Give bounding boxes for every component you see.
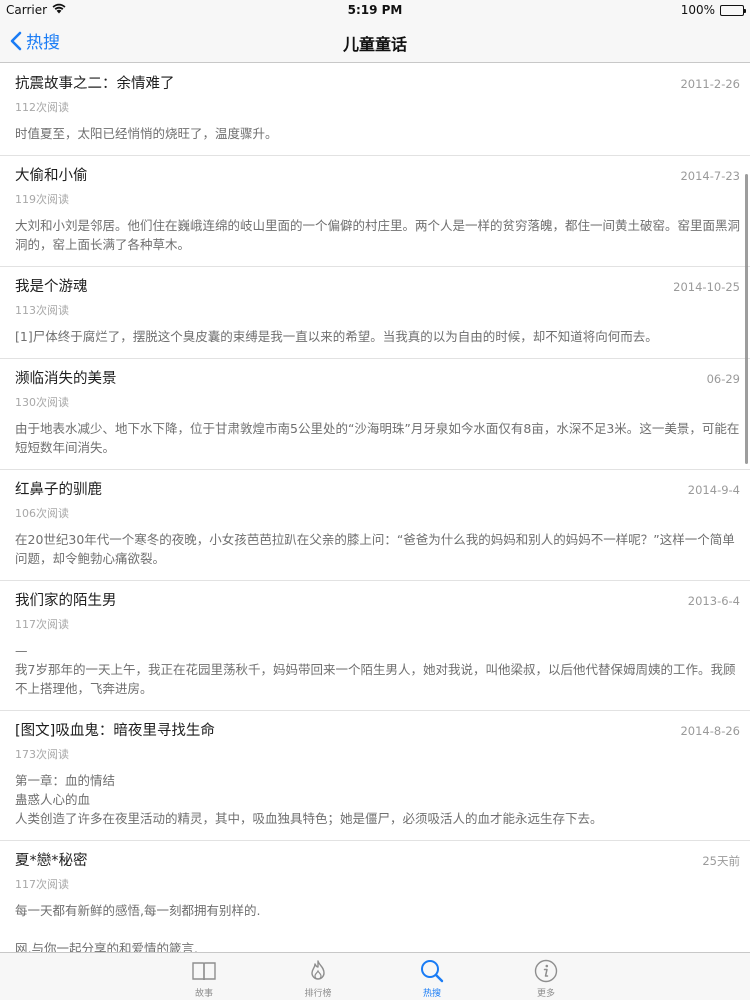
list-item[interactable]: 我们家的陌生男 2013-6-4 117次阅读 — 我7岁那年的一天上午，我正在… xyxy=(0,581,750,711)
tab-label: 排行榜 xyxy=(304,989,332,999)
read-count: 112次阅读 xyxy=(15,101,69,114)
article-title: 我们家的陌生男 xyxy=(15,593,117,609)
article-summary: 每一天都有新鲜的感悟,每一刻都拥有别样的. 网,与你一起分享的和爱情的箴言. xyxy=(15,903,261,952)
article-date: 2014-8-26 xyxy=(680,724,740,738)
read-count: 117次阅读 xyxy=(15,618,69,631)
list-item[interactable]: 我是个游魂 2014-10-25 113次阅读 [1]尸体终于腐烂了，摆脱这个臭… xyxy=(0,267,750,359)
list-item[interactable]: 濒临消失的美景 06-29 130次阅读 由于地表水减少、地下水下降，位于甘肃敦… xyxy=(0,359,750,470)
item-header: [图文]吸血鬼：暗夜里寻找生命 2014-8-26 xyxy=(15,719,740,741)
status-bar: Carrier 5:19 PM 100% xyxy=(0,0,750,20)
article-date: 2014-10-25 xyxy=(673,280,740,294)
read-count: 173次阅读 xyxy=(15,748,69,761)
item-header: 夏*戀*秘密 25天前 xyxy=(15,849,740,871)
article-summary: — 我7岁那年的一天上午，我正在花园里荡秋千，妈妈带回来一个陌生男人，她对我说，… xyxy=(15,643,736,696)
battery-percent: 100% xyxy=(680,3,715,17)
article-date: 2013-6-4 xyxy=(687,594,740,608)
tab-label: 热搜 xyxy=(422,989,441,999)
status-right: 100% xyxy=(680,3,746,17)
tab-ranking[interactable]: 排行榜 xyxy=(288,953,348,1000)
article-title: 我是个游魂 xyxy=(15,279,88,295)
read-count: 119次阅读 xyxy=(15,193,69,206)
article-summary: 大刘和小刘是邻居。他们住在巍峨连绵的岐山里面的一个偏僻的村庄里。两个人是一样的贫… xyxy=(15,218,741,252)
article-title: 红鼻子的驯鹿 xyxy=(15,482,102,498)
tab-stories[interactable]: 故事 xyxy=(174,953,234,1000)
flame-icon xyxy=(311,960,325,980)
navigation-bar: 热搜 儿童童话 xyxy=(0,20,750,63)
article-list[interactable]: 抗震故事之二：余情难了 2011-2-26 112次阅读 时值夏至，太阳已经悄悄… xyxy=(0,64,750,952)
article-title: 濒临消失的美景 xyxy=(15,371,117,387)
page-title: 儿童童话 xyxy=(342,35,407,54)
book-icon xyxy=(192,962,216,981)
article-summary: 在20世纪30年代一个寒冬的夜晚，小女孩芭芭拉趴在父亲的膝上问：“爸爸为什么我的… xyxy=(15,532,735,566)
article-date: 2011-2-26 xyxy=(680,77,740,91)
list-item[interactable]: 红鼻子的驯鹿 2014-9-4 106次阅读 在20世纪30年代一个寒冬的夜晚，… xyxy=(0,470,750,581)
article-title: 抗震故事之二：余情难了 xyxy=(15,76,175,92)
info-icon xyxy=(534,959,558,983)
status-time: 5:19 PM xyxy=(347,3,403,17)
article-date: 06-29 xyxy=(706,372,740,386)
search-icon xyxy=(421,960,444,983)
item-header: 大偷和小偷 2014-7-23 xyxy=(15,164,740,186)
article-summary: 时值夏至，太阳已经悄悄的烧旺了，温度骤升。 xyxy=(15,126,278,141)
article-date: 2014-9-4 xyxy=(687,483,740,497)
article-summary: [1]尸体终于腐烂了，摆脱这个臭皮囊的束缚是我一直以来的希望。当我真的以为自由的… xyxy=(15,329,658,344)
list-item[interactable]: 大偷和小偷 2014-7-23 119次阅读 大刘和小刘是邻居。他们住在巍峨连绵… xyxy=(0,156,750,267)
app-screen: Carrier 5:19 PM 100% 热搜 儿童童话 抗震故事之二：余情难了… xyxy=(0,0,750,1000)
item-header: 我是个游魂 2014-10-25 xyxy=(15,275,740,297)
article-date: 2014-7-23 xyxy=(680,169,740,183)
item-header: 抗震故事之二：余情难了 2011-2-26 xyxy=(15,72,740,94)
article-summary: 由于地表水减少、地下水下降，位于甘肃敦煌市南5公里处的“沙海明珠”月牙泉如今水面… xyxy=(15,421,740,455)
article-summary: 第一章：血的情结 蛊惑人心的血 人类创造了许多在夜里活动的精灵，其中，吸血独具特… xyxy=(15,773,603,826)
tab-label: 故事 xyxy=(194,989,213,999)
list-item[interactable]: 夏*戀*秘密 25天前 117次阅读 每一天都有新鲜的感悟,每一刻都拥有别样的.… xyxy=(0,841,750,952)
item-header: 红鼻子的驯鹿 2014-9-4 xyxy=(15,478,740,500)
read-count: 113次阅读 xyxy=(15,304,69,317)
article-date: 25天前 xyxy=(702,854,740,868)
tab-more[interactable]: 更多 xyxy=(516,953,576,1000)
tab-label: 更多 xyxy=(536,989,555,999)
battery-icon xyxy=(720,4,746,16)
article-title: 大偷和小偷 xyxy=(15,168,88,184)
tab-bar: 故事 排行榜 热搜 更多 xyxy=(0,952,750,1000)
read-count: 106次阅读 xyxy=(15,507,69,520)
list-item[interactable]: [图文]吸血鬼：暗夜里寻找生命 2014-8-26 173次阅读 第一章：血的情… xyxy=(0,711,750,841)
article-title: [图文]吸血鬼：暗夜里寻找生命 xyxy=(15,723,215,739)
item-header: 濒临消失的美景 06-29 xyxy=(15,367,740,389)
read-count: 130次阅读 xyxy=(15,396,69,409)
tab-hot-search[interactable]: 热搜 xyxy=(402,953,462,1000)
scroll-indicator[interactable] xyxy=(745,174,748,464)
item-header: 我们家的陌生男 2013-6-4 xyxy=(15,589,740,611)
article-title: 夏*戀*秘密 xyxy=(15,853,88,869)
list-item[interactable]: 抗震故事之二：余情难了 2011-2-26 112次阅读 时值夏至，太阳已经悄悄… xyxy=(0,64,750,156)
read-count: 117次阅读 xyxy=(15,878,69,891)
